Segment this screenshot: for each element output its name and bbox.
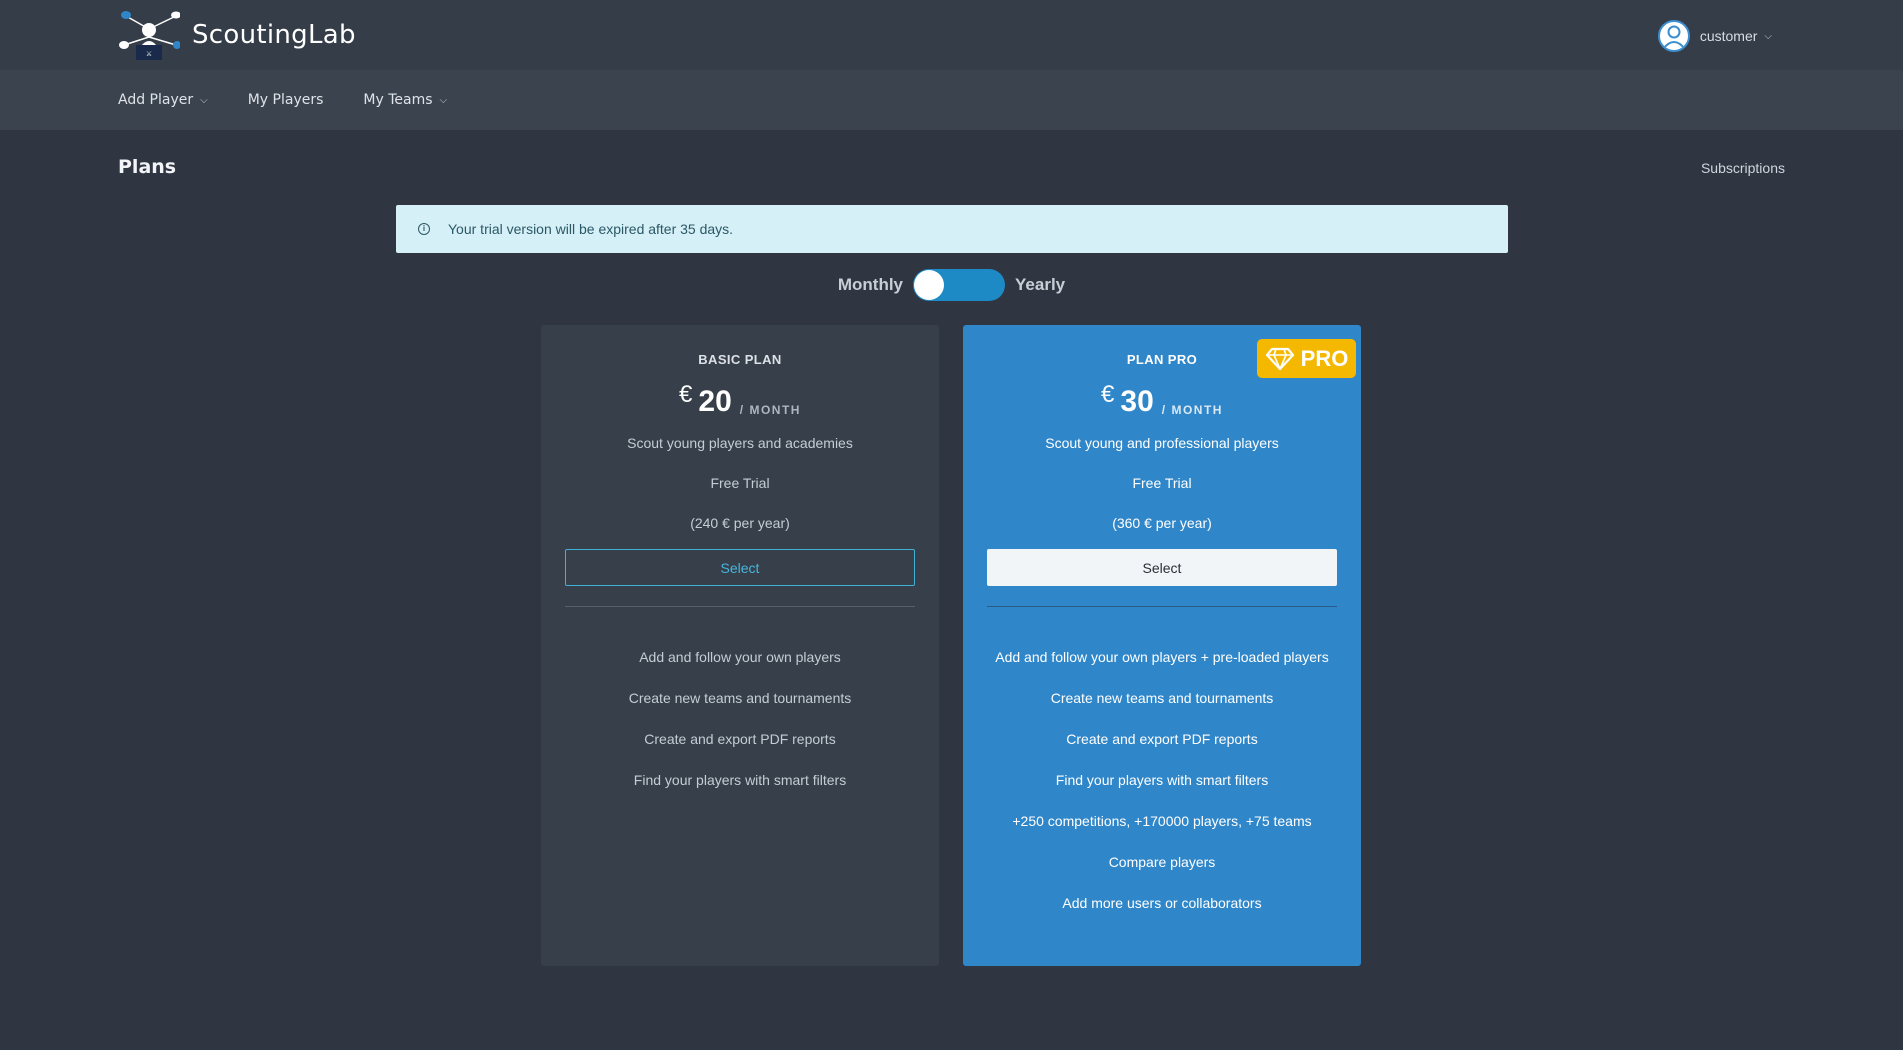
feature-item: Add and follow your own players: [639, 649, 841, 665]
nav-my-players[interactable]: My Players: [248, 92, 324, 108]
chevron-down-icon: ⌵: [439, 94, 448, 106]
plan-trial: Free Trial: [710, 475, 770, 491]
toggle-yearly-label[interactable]: Yearly: [1015, 275, 1065, 295]
plan-yearly-price: (360 € per year): [1112, 515, 1212, 531]
divider: [565, 606, 915, 607]
user-name: customer: [1699, 28, 1758, 44]
feature-item: Add more users or collaborators: [1062, 895, 1262, 911]
currency-symbol: €: [1101, 381, 1115, 408]
billing-toggle-row: Monthly Yearly: [0, 268, 1903, 302]
brand-name: ScoutingLab: [192, 20, 356, 50]
nav-my-teams[interactable]: My Teams ⌵: [363, 92, 447, 108]
switch-knob[interactable]: [914, 270, 945, 300]
trial-alert: i Your trial version will be expired aft…: [396, 205, 1508, 253]
user-menu[interactable]: customer ⌵: [1657, 20, 1772, 52]
feature-item: Create and export PDF reports: [1066, 731, 1258, 747]
feature-item: +250 competitions, +170000 players, +75 …: [1012, 813, 1312, 829]
avatar: [1657, 20, 1690, 52]
price-period: / MONTH: [739, 403, 801, 417]
feature-list: Add and follow your own players Create n…: [541, 647, 939, 791]
subscriptions-link[interactable]: Subscriptions: [1701, 160, 1785, 176]
pro-badge-label: PRO: [1300, 345, 1349, 371]
feature-item: Create new teams and tournaments: [628, 690, 852, 706]
feature-item: Find your players with smart filters: [1055, 772, 1269, 788]
plan-description: Scout young players and academies: [627, 435, 853, 451]
feature-item: Compare players: [1108, 854, 1216, 870]
plan-yearly-price: (240 € per year): [690, 515, 790, 531]
nav-item-label: My Players: [247, 92, 324, 108]
divider: [987, 606, 1337, 607]
plan-price: € 30 / MONTH: [963, 381, 1361, 425]
price-period: / MONTH: [1161, 403, 1223, 417]
basic-plan-card: BASIC PLAN € 20 / MONTH Scout young play…: [541, 325, 939, 966]
feature-item: Find your players with smart filters: [633, 772, 847, 788]
price-amount: 30: [1120, 385, 1154, 418]
info-icon: i: [418, 223, 430, 235]
brand-logo[interactable]: ⚔ ScoutingLab: [118, 9, 356, 61]
top-bar: ⚔ ScoutingLab customer ⌵: [0, 0, 1903, 70]
pro-select-button[interactable]: Select: [987, 549, 1337, 586]
plan-trial: Free Trial: [1132, 475, 1192, 491]
plan-price: € 20 / MONTH: [541, 381, 939, 425]
nav-item-label: Add Player: [118, 92, 194, 108]
pro-plan-card: PRO PLAN PRO € 30 / MONTH Scout young an…: [963, 325, 1361, 966]
basic-select-button[interactable]: Select: [565, 549, 915, 586]
feature-item: Add and follow your own players + pre-lo…: [995, 649, 1329, 665]
chevron-down-icon: ⌵: [1764, 30, 1772, 42]
billing-period-switch[interactable]: [913, 269, 1006, 301]
user-icon: [1662, 25, 1686, 50]
plan-description: Scout young and professional players: [1045, 435, 1279, 451]
feature-list: Add and follow your own players + pre-lo…: [963, 647, 1361, 914]
svg-text:⚔: ⚔: [146, 50, 152, 58]
alert-message: Your trial version will be expired after…: [448, 221, 734, 237]
toggle-monthly-label[interactable]: Monthly: [838, 275, 903, 295]
feature-item: Create and export PDF reports: [644, 731, 836, 747]
price-amount: 20: [698, 385, 732, 418]
main-nav: Add Player ⌵ My Players My Teams ⌵: [0, 70, 1903, 130]
feature-item: Create new teams and tournaments: [1050, 690, 1274, 706]
nav-item-label: My Teams: [363, 92, 433, 108]
page-title: Plans: [118, 156, 177, 178]
pro-badge: PRO: [1257, 339, 1356, 378]
diamond-icon: [1265, 347, 1294, 370]
plan-name: BASIC PLAN: [698, 352, 782, 367]
chevron-down-icon: ⌵: [200, 94, 208, 106]
currency-symbol: €: [679, 381, 693, 408]
scout-logo-icon: ⚔: [118, 9, 181, 61]
nav-add-player[interactable]: Add Player ⌵: [118, 92, 208, 108]
